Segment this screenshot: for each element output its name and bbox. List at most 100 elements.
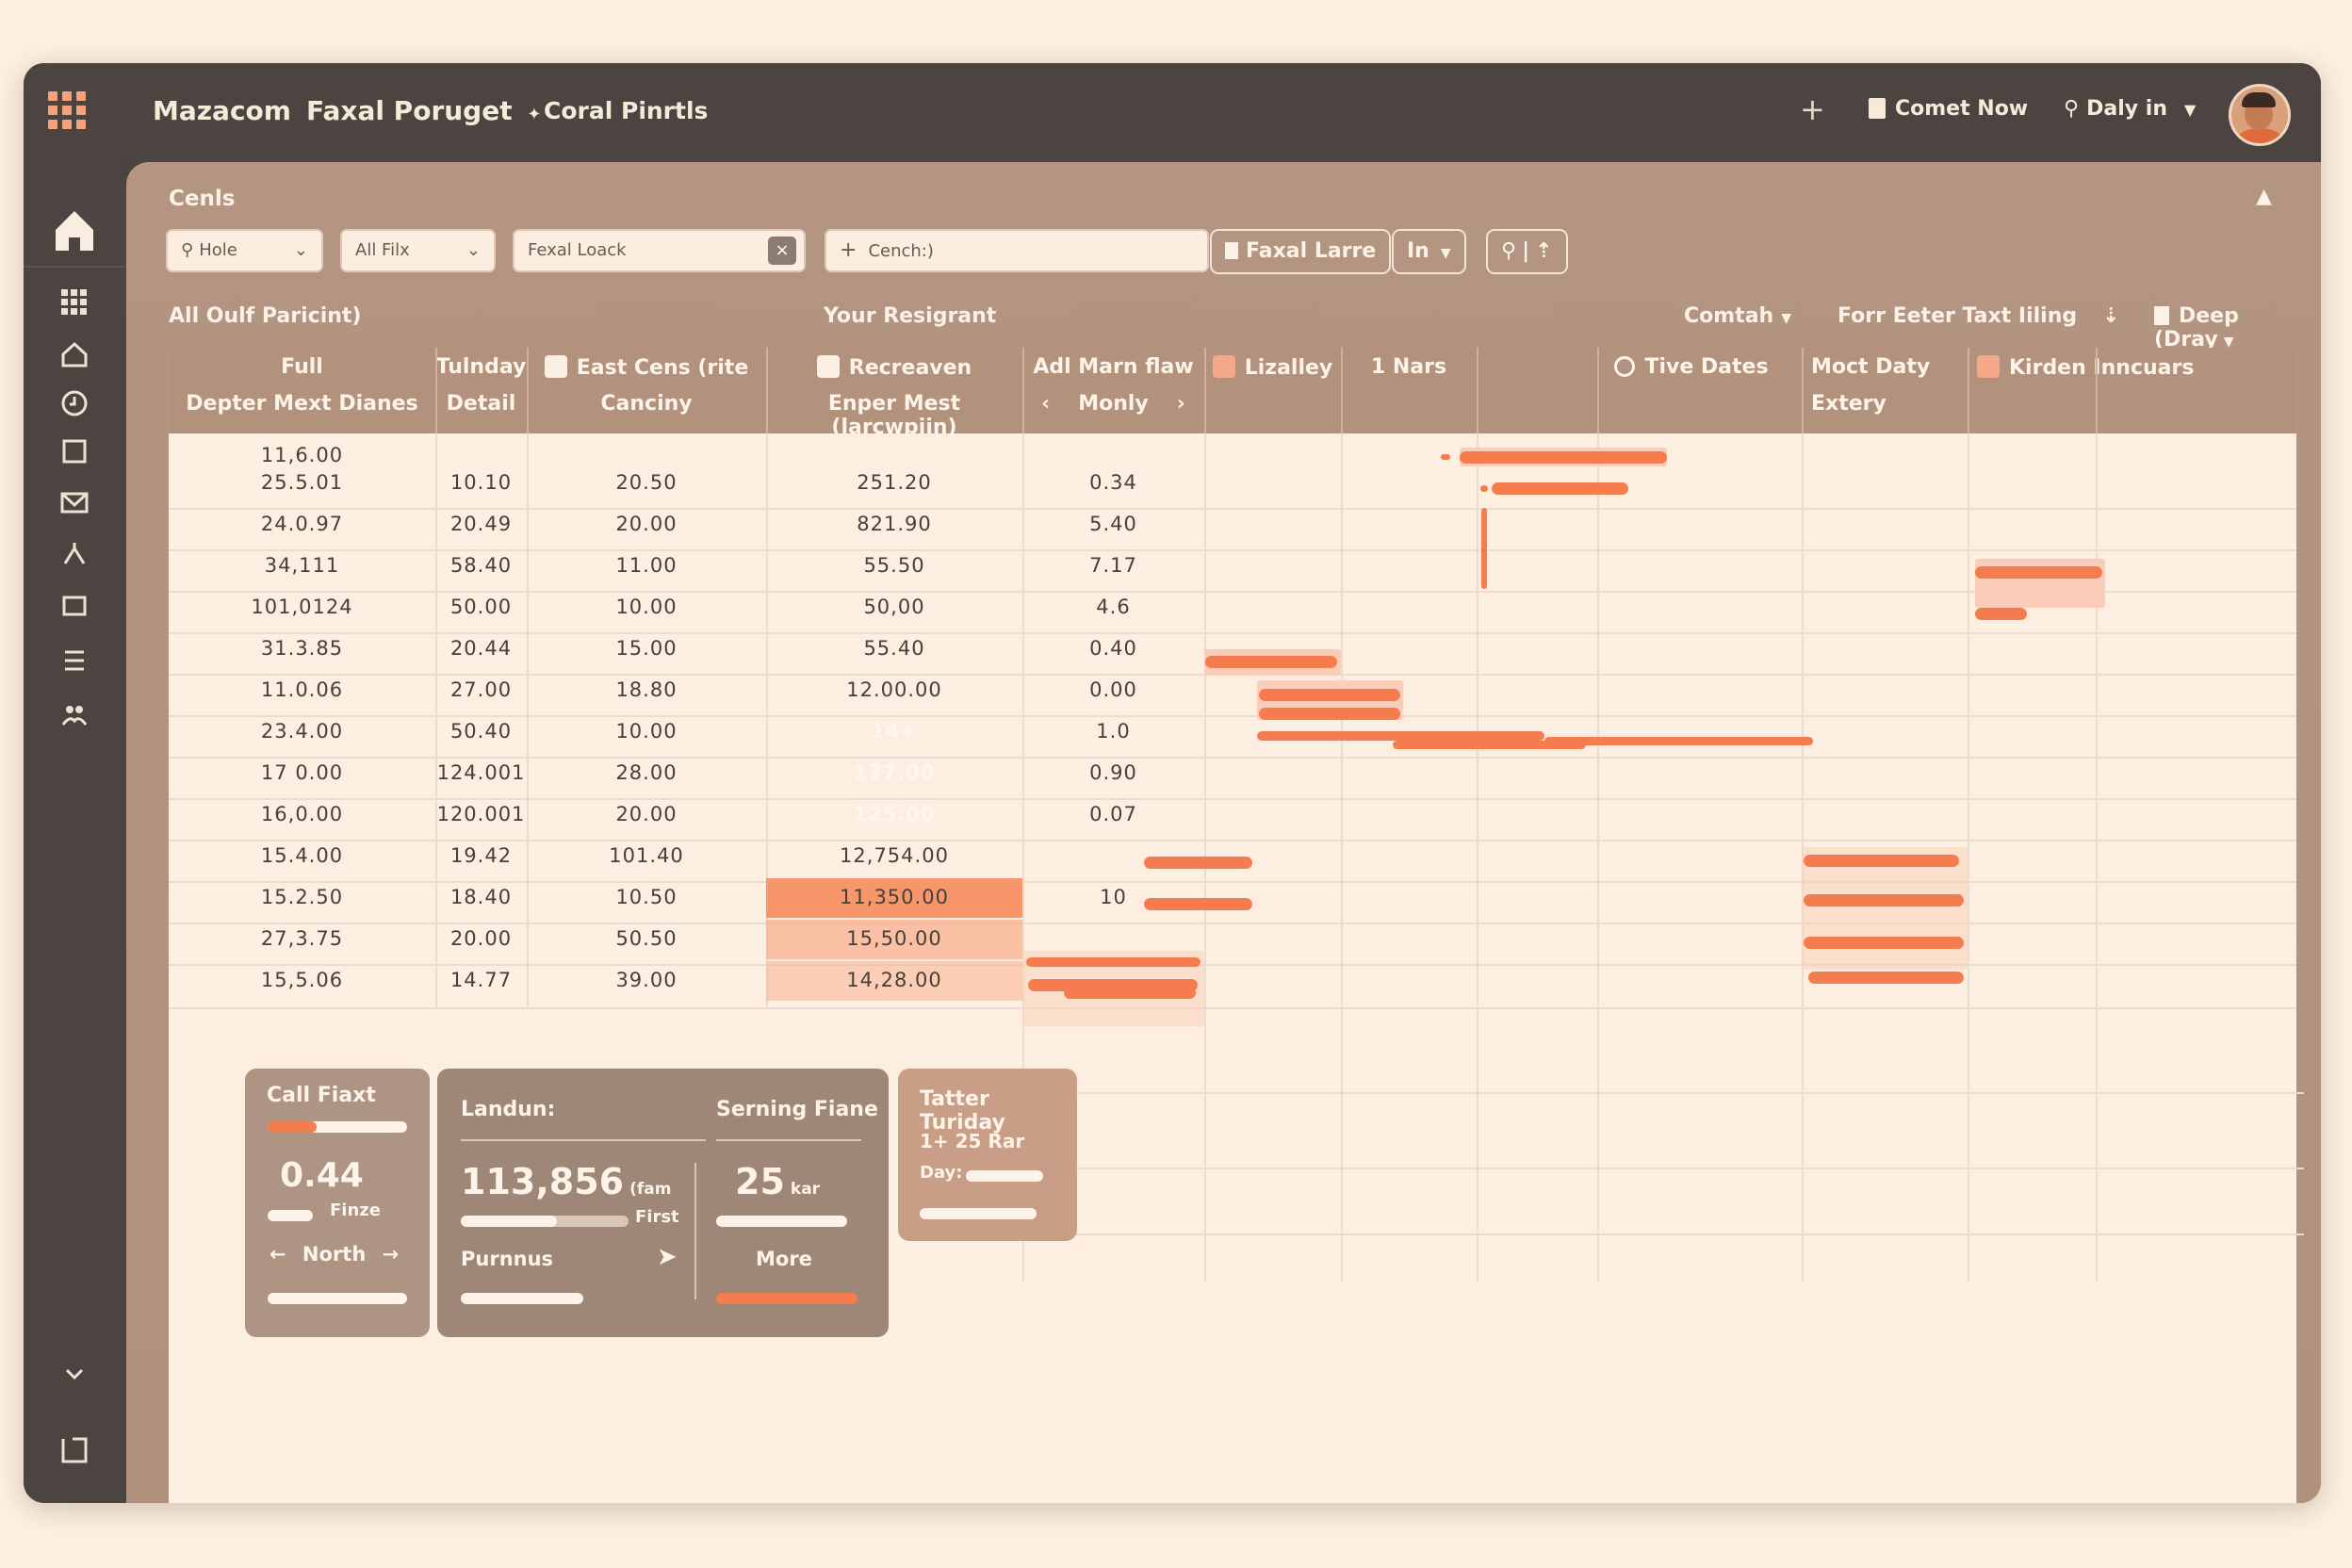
window-icon[interactable]: [52, 583, 97, 629]
bar: [716, 1293, 858, 1304]
column-header[interactable]: Kirden Inncuars: [1968, 348, 2296, 433]
header-checkbox[interactable]: [1212, 355, 1235, 378]
column-header[interactable]: Adl Marn flaw ‹ Monly ›: [1022, 348, 1204, 433]
table-cell: 58.40: [449, 554, 513, 577]
call-fiaxt-card: Call Fiaxt 0.44 Finze ← North →: [245, 1069, 430, 1337]
column-header[interactable]: Moct Daty Extery: [1802, 348, 1968, 433]
square-icon[interactable]: [52, 429, 97, 474]
list-icon[interactable]: [52, 638, 97, 683]
gantt-bar[interactable]: [1460, 451, 1667, 464]
gantt-bar[interactable]: [1804, 937, 1964, 949]
branch-icon[interactable]: [52, 531, 97, 577]
fexal-loack-field[interactable]: Fexal Loack ×: [513, 229, 806, 272]
prev-icon[interactable]: ‹: [1041, 392, 1050, 416]
daily-dropdown[interactable]: ⚲ Daly in ▼: [2064, 97, 2196, 121]
faxal-larre-button[interactable]: Faxal Larre: [1210, 229, 1392, 274]
card-nav[interactable]: ← North →: [270, 1243, 399, 1266]
column-header[interactable]: East Cens (rite Canciny: [527, 348, 766, 433]
header-checkbox[interactable]: [816, 355, 840, 378]
project-switcher[interactable]: Faxal Poruget ✦: [306, 95, 541, 126]
gantt-bar[interactable]: [1975, 566, 2102, 579]
gantt-bar[interactable]: [1257, 731, 1544, 741]
gantt-bar[interactable]: [1804, 894, 1964, 906]
table-cell: 20.50: [615, 471, 678, 494]
table-cell: 16,0.00: [260, 803, 344, 825]
in-dropdown[interactable]: In ▼: [1392, 229, 1466, 274]
table-cell: 20.00: [615, 513, 678, 535]
clock-icon[interactable]: [52, 381, 97, 426]
gantt-bar[interactable]: [1808, 972, 1964, 984]
column-header[interactable]: Full Depter Mext Dianes: [169, 348, 435, 433]
gantt-bar[interactable]: [1205, 656, 1337, 668]
gantt-bar[interactable]: [1259, 689, 1400, 701]
gantt-bar[interactable]: [1026, 957, 1200, 967]
table-cell: 55.50: [863, 554, 925, 577]
nav-link-coral[interactable]: Coral Pinrtls: [544, 97, 708, 124]
house-outline-icon[interactable]: [52, 332, 97, 377]
next-icon[interactable]: ›: [1177, 392, 1185, 416]
project-dropdown-icon: ✦: [527, 105, 542, 124]
gantt-bar[interactable]: [1259, 708, 1400, 720]
comtah-label: Comtah: [1684, 304, 1774, 328]
download-icon[interactable]: ⇣: [2102, 304, 2119, 328]
arrow-right-icon[interactable]: →: [383, 1243, 400, 1266]
gantt-bar[interactable]: [1544, 737, 1813, 745]
table-cell: 19.42: [449, 844, 513, 867]
forr-eeter-link[interactable]: Forr Eeter Taxt Iiling: [1838, 304, 2077, 328]
arrow-left-icon[interactable]: ←: [270, 1243, 286, 1266]
gantt-bar[interactable]: [1492, 482, 1628, 495]
column-header[interactable]: Tive Dates: [1597, 348, 1786, 433]
all-filx-select[interactable]: All Filx ⌄: [340, 229, 496, 272]
clear-icon[interactable]: ×: [768, 237, 796, 265]
table-cell: 25.5.01: [260, 471, 344, 494]
table-cell: 11.00: [615, 554, 678, 577]
table-cell: 0.40: [1089, 637, 1137, 660]
table-cell: 10.50: [615, 886, 678, 908]
mail-icon[interactable]: [52, 480, 97, 525]
section-left-title: All Oulf Paricint): [169, 304, 362, 328]
apps-grid-icon[interactable]: [52, 280, 97, 325]
column-header[interactable]: 1 Nars: [1341, 348, 1477, 433]
comet-now-button[interactable]: Comet Now: [1869, 97, 2028, 121]
gantt-bar[interactable]: [1975, 608, 2027, 620]
column-header[interactable]: Lizalley: [1204, 348, 1341, 433]
gantt-bar[interactable]: [1064, 987, 1196, 999]
collapse-up-icon[interactable]: ▲: [2256, 185, 2272, 208]
app-launcher-icon[interactable]: [48, 91, 91, 135]
table-cell: 50,00: [863, 596, 925, 618]
sidebar-item-home[interactable]: [42, 190, 106, 264]
cursor-icon: ➤: [657, 1243, 678, 1271]
header-checkbox[interactable]: [544, 355, 567, 378]
all-filx-value: All Filx: [355, 240, 410, 260]
table-cell: 15.2.50: [260, 886, 344, 908]
table-cell: 24.0.97: [260, 513, 344, 535]
card-value: 113,856 (fam: [461, 1161, 672, 1202]
chevron-down-icon: ⌄: [466, 240, 481, 260]
search-sort-button[interactable]: ⚲ | ⇡: [1486, 229, 1568, 274]
chevron-down-icon[interactable]: [52, 1351, 97, 1396]
gantt-bar[interactable]: [1144, 857, 1252, 869]
comtah-dropdown[interactable]: Comtah ▼: [1684, 304, 1791, 328]
gantt-bar[interactable]: [1144, 898, 1252, 910]
section-mid-title: Your Resigrant: [824, 304, 997, 328]
hole-select[interactable]: ⚲ Hole ⌄: [166, 229, 323, 272]
user-avatar[interactable]: [2229, 84, 2291, 146]
gantt-bar[interactable]: [1804, 855, 1959, 867]
more-button[interactable]: More: [756, 1248, 812, 1270]
table-cell: 12,754.00: [840, 844, 949, 867]
purnnus-link[interactable]: Purnnus: [461, 1248, 553, 1270]
add-icon[interactable]: +: [1800, 91, 1825, 127]
column-header[interactable]: Tulnday Detail: [435, 348, 527, 433]
table-cell: 14,28.00: [846, 969, 942, 991]
people-icon[interactable]: [52, 693, 97, 738]
header-checkbox[interactable]: [1977, 355, 2000, 378]
card-value-2: 25 kar: [735, 1161, 821, 1202]
cench-placeholder: Cench:): [868, 241, 934, 261]
arrow-left-icon: [1441, 454, 1450, 460]
cench-input[interactable]: + Cench:): [825, 229, 1209, 272]
table-cell: 10.00: [615, 720, 678, 743]
pin-icon: ⚲: [2064, 97, 2080, 121]
deep-dray-dropdown[interactable]: Deep (Dray ▼: [2154, 304, 2321, 351]
column-header[interactable]: Recreaven Enper Mest (larcwpiin): [766, 348, 1022, 439]
panel-icon[interactable]: [52, 1428, 97, 1473]
